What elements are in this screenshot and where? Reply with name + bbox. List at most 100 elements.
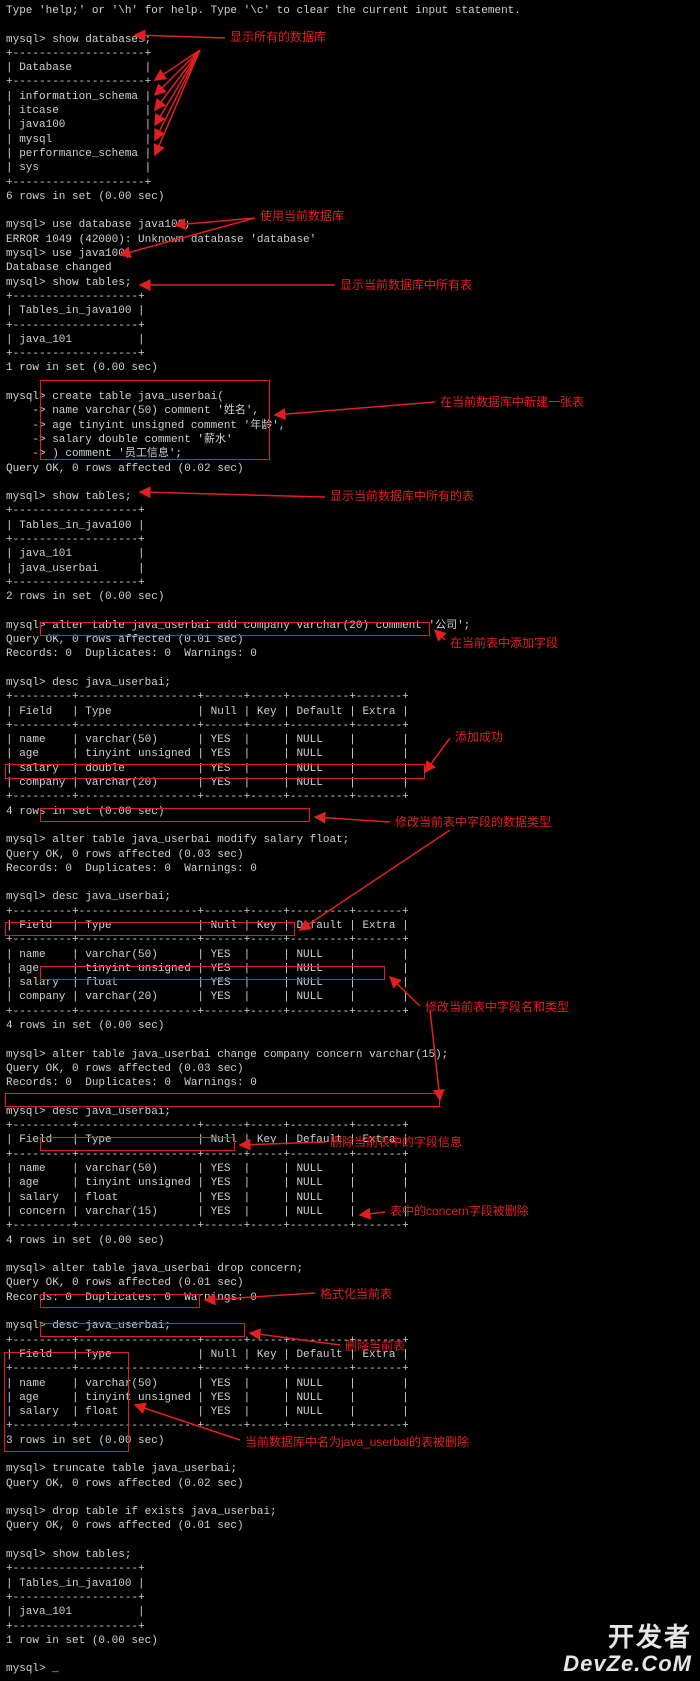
watermark-en: DevZe.CoM (563, 1652, 692, 1675)
cmd-create-4[interactable]: -> salary double comment '薪水' (6, 433, 694, 447)
row: | performance_schema | (6, 147, 694, 161)
row: | information_schema | (6, 90, 694, 104)
row: | name | varchar(50) | YES | | NULL | | (6, 1377, 694, 1391)
cmd-alter-change[interactable]: mysql> alter table java_userbai change c… (6, 1048, 694, 1062)
result: 4 rows in set (0.00 sec) (6, 1019, 694, 1033)
cmd-desc3[interactable]: mysql> desc java_userbai; (6, 1105, 694, 1119)
border: +-------------------+ (6, 576, 694, 590)
blank (6, 1491, 694, 1505)
border: +-------------------+ (6, 1591, 694, 1605)
row: | mysql | (6, 133, 694, 147)
error: ERROR 1049 (42000): Unknown database 'da… (6, 233, 694, 247)
blank (6, 1305, 694, 1319)
blank (6, 376, 694, 390)
ann-use-db: 使用当前数据库 (260, 209, 344, 225)
result: 4 rows in set (0.00 sec) (6, 805, 694, 819)
blank (6, 662, 694, 676)
border: +-------------------+ (6, 347, 694, 361)
row: | concern | varchar(15) | YES | | NULL |… (6, 1205, 694, 1219)
border: +---------+------------------+------+---… (6, 1119, 694, 1133)
cmd-drop-table[interactable]: mysql> drop table if exists java_userbai… (6, 1505, 694, 1519)
row: | name | varchar(50) | YES | | NULL | | (6, 948, 694, 962)
cmd-desc1[interactable]: mysql> desc java_userbai; (6, 676, 694, 690)
border: +---------+------------------+------+---… (6, 933, 694, 947)
cmd-create-1[interactable]: mysql> create table java_userbai( (6, 390, 694, 404)
blank (6, 819, 694, 833)
result: 6 rows in set (0.00 sec) (6, 190, 694, 204)
border: +-------------------+ (6, 504, 694, 518)
border: +---------+------------------+------+---… (6, 1362, 694, 1376)
border: +---------+------------------+------+---… (6, 790, 694, 804)
cmd-create-3[interactable]: -> age tinyint unsigned comment '年龄', (6, 419, 694, 433)
ann-add-ok: 添加成功 (455, 730, 503, 746)
header: | Tables_in_java100 | (6, 1577, 694, 1591)
cmd-show-databases[interactable]: mysql> show databases; (6, 33, 694, 47)
result: Query OK, 0 rows affected (0.01 sec) (6, 633, 694, 647)
blank (6, 1248, 694, 1262)
ann-concern-removed: 表中的concern字段被删除 (390, 1204, 529, 1220)
cmd-create-5[interactable]: -> ) comment '员工信息'; (6, 447, 694, 461)
row: | salary | float | YES | | NULL | | (6, 1405, 694, 1419)
cmd-use-wrong[interactable]: mysql> use database java100; (6, 218, 694, 232)
cmd-create-2[interactable]: -> name varchar(50) comment '姓名', (6, 404, 694, 418)
row: | name | varchar(50) | YES | | NULL | | (6, 1162, 694, 1176)
help-line: Type 'help;' or '\h' for help. Type '\c'… (6, 4, 694, 18)
ann-show-db: 显示所有的数据库 (230, 30, 326, 46)
result: Records: 0 Duplicates: 0 Warnings: 0 (6, 1076, 694, 1090)
row: | salary | float | YES | | NULL | | (6, 976, 694, 990)
row: | age | tinyint unsigned | YES | | NULL … (6, 962, 694, 976)
cmd-alter-drop[interactable]: mysql> alter table java_userbai drop con… (6, 1262, 694, 1276)
cmd-truncate[interactable]: mysql> truncate table java_userbai; (6, 1462, 694, 1476)
blank (6, 1534, 694, 1548)
border: +---------+------------------+------+---… (6, 1005, 694, 1019)
cmd-show-tables3[interactable]: mysql> show tables; (6, 1548, 694, 1562)
border: +-------------------+ (6, 1562, 694, 1576)
blank (6, 876, 694, 890)
ann-truncate: 格式化当前表 (320, 1287, 392, 1303)
result: 1 row in set (0.00 sec) (6, 361, 694, 375)
result: Query OK, 0 rows affected (0.03 sec) (6, 848, 694, 862)
cmd-use[interactable]: mysql> use java100; (6, 247, 694, 261)
border: +--------------------+ (6, 75, 694, 89)
header: | Tables_in_java100 | (6, 519, 694, 533)
row: | age | tinyint unsigned | YES | | NULL … (6, 1391, 694, 1405)
border: +--------------------+ (6, 47, 694, 61)
ann-add-field: 在当前表中添加字段 (450, 636, 558, 652)
ann-drop-col: 删除当前表中的字段信息 (330, 1135, 462, 1151)
result: Query OK, 0 rows affected (0.01 sec) (6, 1519, 694, 1533)
row: | sys | (6, 161, 694, 175)
row: | name | varchar(50) | YES | | NULL | | (6, 733, 694, 747)
ann-create-table: 在当前数据库中新建一张表 (440, 395, 584, 411)
ann-table-removed: 当前数据库中名为java_userbal的表被删除 (245, 1435, 469, 1451)
border: +-------------------+ (6, 319, 694, 333)
border: +---------+------------------+------+---… (6, 719, 694, 733)
row: | java_101 | (6, 333, 694, 347)
watermark-cn: 开发者 (563, 1624, 692, 1651)
ann-show-tables2: 显示当前数据库中所有的表 (330, 489, 474, 505)
result: Query OK, 0 rows affected (0.03 sec) (6, 1062, 694, 1076)
header: | Tables_in_java100 | (6, 304, 694, 318)
row: | salary | double | YES | | NULL | | (6, 762, 694, 776)
blank (6, 204, 694, 218)
ann-modify: 修改当前表中字段的数据类型 (395, 815, 551, 831)
cmd-alter-add[interactable]: mysql> alter table java_userbai add comp… (6, 619, 694, 633)
border: +---------+------------------+------+---… (6, 1219, 694, 1233)
row: | java_101 | (6, 1605, 694, 1619)
blank (6, 476, 694, 490)
border: +-------------------+ (6, 533, 694, 547)
cmd-alter-modify[interactable]: mysql> alter table java_userbai modify s… (6, 833, 694, 847)
ann-drop-table: 删除当前表 (345, 1339, 405, 1355)
cmd-desc2[interactable]: mysql> desc java_userbai; (6, 890, 694, 904)
result: Records: 0 Duplicates: 0 Warnings: 0 (6, 862, 694, 876)
ann-change: 修改当前表中字段名和类型 (425, 1000, 569, 1016)
border: +---------+------------------+------+---… (6, 1419, 694, 1433)
row: | itcase | (6, 104, 694, 118)
blank (6, 18, 694, 32)
ann-show-tables: 显示当前数据库中所有表 (340, 278, 472, 294)
header: | Field | Type | Null | Key | Default | … (6, 705, 694, 719)
border: +---------+------------------+------+---… (6, 690, 694, 704)
result: 2 rows in set (0.00 sec) (6, 590, 694, 604)
row: | java_userbai | (6, 562, 694, 576)
result: Query OK, 0 rows affected (0.02 sec) (6, 1477, 694, 1491)
cmd-desc4[interactable]: mysql> desc java_userbai; (6, 1319, 694, 1333)
